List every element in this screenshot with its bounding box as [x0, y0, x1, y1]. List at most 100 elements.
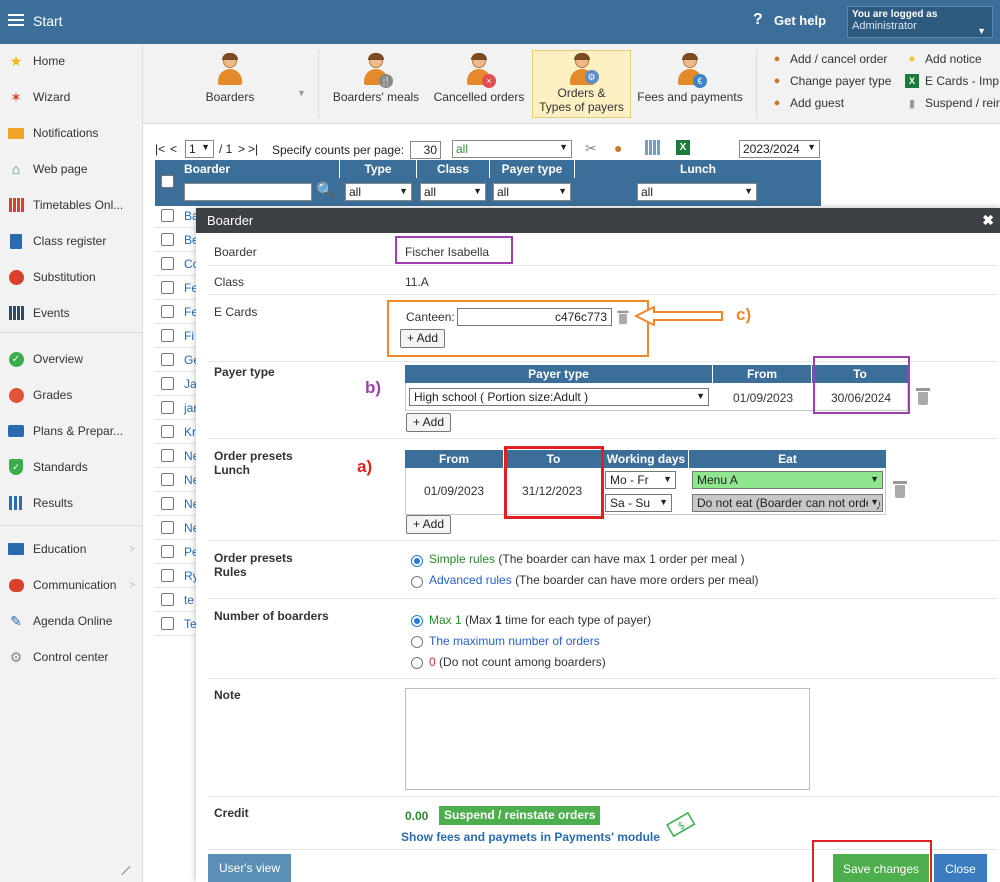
boarders-meals-button[interactable]: 🍴 Boarders' meals: [331, 50, 421, 118]
simple-rules-radio[interactable]: [411, 555, 423, 567]
column-payer-type[interactable]: Payer type: [490, 160, 575, 178]
row-checkbox[interactable]: [161, 497, 174, 510]
working-days-select-1[interactable]: Mo - Fr ▼: [605, 471, 676, 489]
sidebar-item-overview[interactable]: ✓ Overview: [0, 348, 143, 370]
add-payer-type-button[interactable]: + Add: [406, 413, 452, 432]
sidebar-item-standards[interactable]: ✓ Standards: [0, 456, 143, 478]
row-checkbox[interactable]: [161, 353, 174, 366]
sidebar-item-home[interactable]: ★ Home: [0, 50, 143, 72]
type-filter-select[interactable]: all ▼: [345, 183, 412, 201]
zero-link[interactable]: 0: [429, 655, 436, 669]
cancelled-orders-button[interactable]: × Cancelled orders: [431, 50, 527, 118]
eat-select-2[interactable]: Do not eat (Boarder can not order) ▼: [692, 494, 883, 512]
filter-select[interactable]: all ▼: [452, 140, 572, 158]
row-checkbox[interactable]: [161, 545, 174, 558]
sidebar-item-agenda-online[interactable]: ✎ Agenda Online: [0, 610, 143, 632]
suspend-reinstate-orders-button[interactable]: Suspend / reinstate orders: [439, 806, 601, 825]
row-checkbox[interactable]: [161, 305, 174, 318]
eat-select-1[interactable]: Menu A ▼: [692, 471, 883, 489]
lunch-filter-select[interactable]: all ▼: [637, 183, 757, 201]
sidebar-item-plans[interactable]: Plans & Prepar...: [0, 420, 143, 442]
close-icon[interactable]: ✖: [982, 213, 994, 227]
row-checkbox[interactable]: [161, 449, 174, 462]
max1-radio[interactable]: [411, 615, 423, 627]
row-boarder-name[interactable]: Kr: [184, 425, 196, 439]
columns-icon[interactable]: [645, 140, 661, 155]
add-guest-button[interactable]: ● Add guest: [770, 96, 844, 110]
hamburger-menu-icon[interactable]: [8, 14, 24, 26]
sidebar-item-grades[interactable]: Grades: [0, 384, 143, 406]
trash-icon[interactable]: [893, 481, 907, 498]
note-textarea[interactable]: [405, 688, 810, 790]
payer-type-filter-select[interactable]: all ▼: [493, 183, 571, 201]
school-year-select[interactable]: 2023/2024 ▼: [739, 140, 820, 158]
row-checkbox[interactable]: [161, 257, 174, 270]
add-lunch-preset-button[interactable]: + Add: [406, 515, 452, 534]
show-fees-link[interactable]: Show fees and paymets in Payments' modul…: [401, 830, 660, 844]
sidebar-item-wizard[interactable]: ✶ Wizard: [0, 86, 143, 108]
max-orders-radio[interactable]: [411, 636, 423, 648]
select-all-checkbox[interactable]: [161, 175, 174, 188]
advanced-rules-radio[interactable]: [411, 576, 423, 588]
row-boarder-name[interactable]: te: [184, 593, 194, 607]
payer-type-select[interactable]: High school ( Portion size:Adult ) ▼: [409, 388, 709, 406]
simple-rules-link[interactable]: Simple rules: [429, 552, 495, 566]
row-checkbox[interactable]: [161, 593, 174, 606]
row-checkbox[interactable]: [161, 569, 174, 582]
person-settings-icon[interactable]: ●: [614, 140, 622, 156]
class-filter-select[interactable]: all ▼: [420, 183, 486, 201]
sidebar-item-notifications[interactable]: Notifications: [0, 122, 143, 144]
change-payer-type-button[interactable]: ● Change payer type: [770, 74, 892, 88]
row-checkbox[interactable]: [161, 521, 174, 534]
suspend-reinstate-button[interactable]: ▮ Suspend / reir: [905, 96, 1000, 110]
sidebar-item-timetables[interactable]: Timetables Onl...: [0, 194, 143, 216]
column-lunch[interactable]: Lunch: [575, 160, 821, 178]
user-menu[interactable]: You are logged as Administrator ▼: [847, 6, 993, 38]
orders-types-button[interactable]: ⚙ Orders & Types of payers: [532, 50, 631, 118]
sidebar-item-web-page[interactable]: ⌂ Web page: [0, 158, 143, 180]
row-checkbox[interactable]: [161, 377, 174, 390]
row-checkbox[interactable]: [161, 209, 174, 222]
boarders-button[interactable]: Boarders: [195, 50, 265, 118]
row-boarder-name[interactable]: Ja: [184, 377, 197, 391]
page-select[interactable]: 1 ▼: [185, 140, 214, 158]
sidebar-item-education[interactable]: Education >: [0, 538, 143, 560]
excel-icon[interactable]: X: [676, 140, 690, 155]
trash-icon[interactable]: [916, 388, 930, 405]
row-checkbox[interactable]: [161, 233, 174, 246]
lunch-from-date[interactable]: 01/09/2023: [424, 484, 484, 498]
search-icon[interactable]: 🔍: [316, 181, 335, 199]
column-class[interactable]: Class: [417, 160, 490, 178]
next-page-button[interactable]: >: [238, 142, 245, 156]
row-checkbox[interactable]: [161, 473, 174, 486]
column-type[interactable]: Type: [340, 160, 417, 178]
max1-link[interactable]: Max 1: [429, 613, 462, 627]
collapse-sidebar-icon[interactable]: [121, 865, 131, 876]
row-boarder-name[interactable]: Te: [184, 617, 197, 631]
sidebar-item-substitution[interactable]: Substitution: [0, 266, 143, 288]
chevron-down-icon[interactable]: ▼: [297, 88, 306, 98]
add-notice-button[interactable]: ● Add notice: [905, 52, 982, 66]
get-help-link[interactable]: Get help: [774, 13, 826, 28]
sidebar-item-communication[interactable]: Communication >: [0, 574, 143, 596]
row-checkbox[interactable]: [161, 617, 174, 630]
row-boarder-name[interactable]: Fi: [184, 329, 194, 343]
max-orders-link[interactable]: The maximum number of orders: [429, 634, 600, 648]
last-page-button[interactable]: >|: [248, 142, 258, 156]
row-checkbox[interactable]: [161, 281, 174, 294]
boarder-filter-input[interactable]: [184, 183, 312, 201]
zero-radio[interactable]: [411, 657, 423, 669]
tools-icon[interactable]: ✂: [585, 140, 597, 157]
sidebar-item-events[interactable]: Events: [0, 302, 143, 324]
users-view-button[interactable]: User's view: [208, 854, 291, 882]
sidebar-item-class-register[interactable]: Class register: [0, 230, 143, 252]
fees-payments-button[interactable]: € Fees and payments: [635, 50, 745, 118]
ecards-import-button[interactable]: X E Cards - Imp: [905, 74, 1000, 88]
sidebar-item-results[interactable]: Results: [0, 492, 143, 514]
count-input[interactable]: 30: [410, 141, 441, 159]
help-icon[interactable]: ?: [753, 11, 763, 29]
add-cancel-order-button[interactable]: ● Add / cancel order: [770, 52, 888, 66]
column-boarder[interactable]: Boarder: [180, 160, 340, 178]
start-label[interactable]: Start: [33, 13, 63, 29]
working-days-select-2[interactable]: Sa - Su ▼: [605, 494, 672, 512]
